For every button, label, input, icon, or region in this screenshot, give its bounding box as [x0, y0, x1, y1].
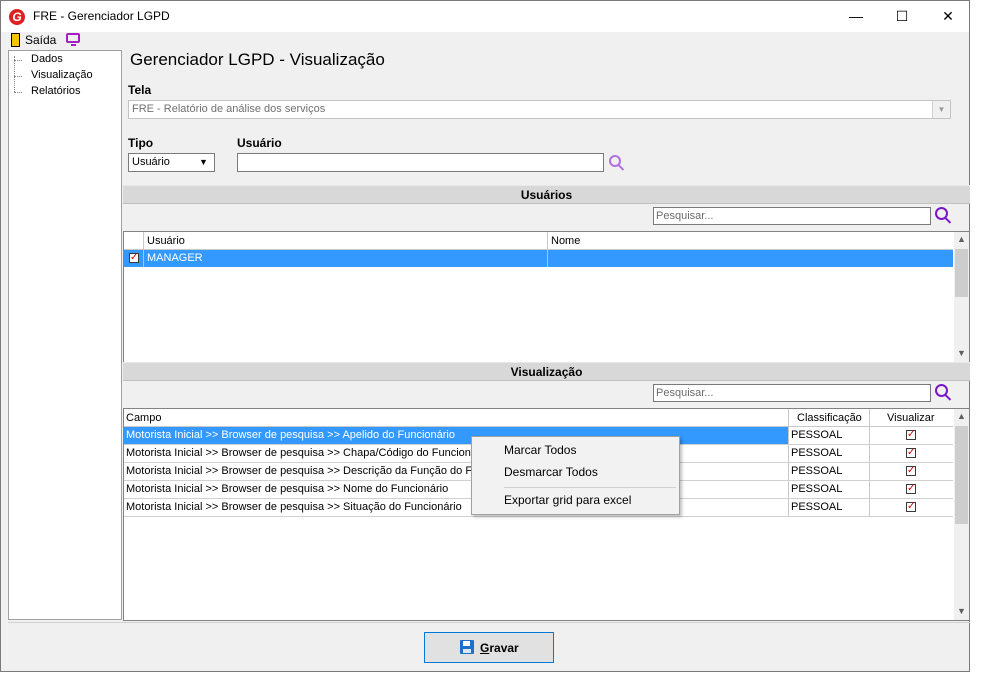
cell-classificacao[interactable]: PESSOAL — [791, 444, 842, 462]
scroll-thumb[interactable] — [955, 426, 968, 524]
title-bar: G FRE - Gerenciador LGPD — ☐ ✕ — [1, 1, 969, 32]
column-header-nome[interactable]: Nome — [551, 232, 580, 250]
menu-item-exportar-excel[interactable]: Exportar grid para excel — [504, 493, 631, 507]
monitor-stand — [71, 44, 76, 46]
floppy-disk-icon — [460, 640, 474, 654]
visualizar-checkbox[interactable]: ✓ — [906, 430, 916, 440]
usuario-label: Usuário — [237, 136, 282, 150]
row-checkbox[interactable]: ✓ — [129, 253, 139, 263]
usuarios-section-header: Usuários — [123, 185, 970, 204]
scroll-up-icon[interactable]: ▲ — [954, 411, 969, 421]
cell-usuario: MANAGER — [147, 252, 203, 264]
maximize-button[interactable]: ☐ — [879, 1, 925, 32]
cell-campo[interactable]: Motorista Inicial >> Browser de pesquisa… — [126, 498, 471, 516]
column-header-campo[interactable]: Campo — [126, 409, 161, 427]
tela-label: Tela — [128, 83, 152, 97]
menu-separator — [504, 487, 676, 488]
app-logo-icon: G — [9, 9, 25, 25]
search-icon[interactable] — [933, 383, 952, 401]
visualizacao-scrollbar[interactable]: ▲ ▼ — [954, 409, 969, 620]
desktop-background — [970, 0, 992, 687]
tree-connector — [14, 76, 22, 77]
grid-header — [124, 232, 953, 250]
close-button[interactable]: ✕ — [925, 1, 971, 32]
context-menu: Marcar Todos Desmarcar Todos Exportar gr… — [471, 436, 680, 515]
visualizar-checkbox[interactable]: ✓ — [906, 448, 916, 458]
window-title: FRE - Gerenciador LGPD — [33, 9, 170, 23]
usuarios-search-input[interactable]: Pesquisar... — [653, 207, 931, 225]
search-icon[interactable] — [933, 206, 952, 224]
cell-campo[interactable]: Motorista Inicial >> Browser de pesquisa… — [126, 444, 471, 462]
table-row[interactable]: ✓ MANAGER — [124, 250, 953, 267]
monitor-icon[interactable] — [66, 33, 80, 43]
tree-connector — [14, 56, 15, 92]
cell-campo[interactable]: Motorista Inicial >> Browser de pesquisa… — [126, 426, 786, 444]
footer-divider — [8, 622, 970, 623]
cell-classificacao[interactable]: PESSOAL — [791, 462, 842, 480]
minimize-button[interactable]: — — [833, 1, 879, 32]
usuarios-grid: Usuário Nome ✓ MANAGER ▲ ▼ — [123, 231, 970, 363]
column-header-visualizar[interactable]: Visualizar — [887, 409, 935, 427]
desktop-background — [0, 672, 992, 687]
cell-campo[interactable]: Motorista Inicial >> Browser de pesquisa… — [126, 480, 471, 498]
usuario-input[interactable] — [237, 153, 604, 172]
tree-item-dados[interactable]: Dados — [31, 53, 63, 65]
cell-campo[interactable]: Motorista Inicial >> Browser de pesquisa… — [126, 462, 471, 480]
tree-item-visualizacao[interactable]: Visualização — [31, 69, 93, 81]
visualizacao-search-input[interactable]: Pesquisar... — [653, 384, 931, 402]
navigation-tree — [8, 50, 122, 620]
chevron-down-icon[interactable]: ▼ — [199, 157, 208, 167]
chevron-down-icon[interactable]: ▼ — [932, 101, 950, 118]
exit-door-icon[interactable] — [11, 33, 20, 47]
save-button-label: Gravar — [480, 641, 519, 655]
visualizacao-section-header: Visualização — [123, 362, 970, 381]
cell-classificacao[interactable]: PESSOAL — [791, 426, 842, 444]
scroll-down-icon[interactable]: ▼ — [954, 348, 969, 358]
scroll-down-icon[interactable]: ▼ — [954, 606, 969, 616]
save-button[interactable]: Gravar — [424, 632, 554, 663]
tree-connector — [14, 60, 22, 61]
visualizar-checkbox[interactable]: ✓ — [906, 484, 916, 494]
scroll-thumb[interactable] — [955, 249, 968, 297]
usuarios-scrollbar[interactable]: ▲ ▼ — [954, 232, 969, 362]
visualizar-checkbox[interactable]: ✓ — [906, 502, 916, 512]
menu-item-desmarcar-todos[interactable]: Desmarcar Todos — [504, 465, 598, 479]
page-title: Gerenciador LGPD - Visualização — [130, 50, 385, 69]
menu-item-marcar-todos[interactable]: Marcar Todos — [504, 443, 576, 457]
exit-button[interactable]: Saída — [25, 33, 56, 47]
tree-connector — [14, 92, 22, 93]
cell-classificacao[interactable]: PESSOAL — [791, 480, 842, 498]
column-header-usuario[interactable]: Usuário — [147, 232, 185, 250]
tela-select[interactable]: FRE - Relatório de análise dos serviços — [128, 100, 951, 119]
scroll-up-icon[interactable]: ▲ — [954, 234, 969, 244]
tipo-label: Tipo — [128, 136, 154, 150]
visualizar-checkbox[interactable]: ✓ — [906, 466, 916, 476]
tree-item-relatorios[interactable]: Relatórios — [31, 85, 81, 97]
column-header-classificacao[interactable]: Classificação — [797, 409, 862, 427]
search-icon[interactable] — [608, 154, 626, 172]
cell-classificacao[interactable]: PESSOAL — [791, 498, 842, 516]
